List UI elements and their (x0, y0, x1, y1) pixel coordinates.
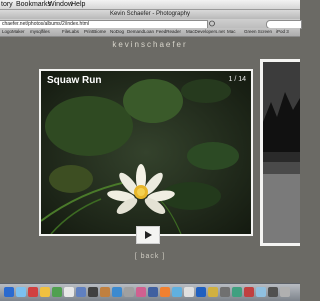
dock (0, 283, 300, 301)
menu-history[interactable]: tory (1, 0, 13, 9)
dock-app-icon[interactable] (148, 287, 158, 297)
menu-bar: tory Bookmarks Window Help (0, 0, 300, 10)
dock-app-icon[interactable] (256, 287, 266, 297)
slide-title: Squaw Run (47, 75, 102, 86)
page-content: kevinschaefer Squaw Run 1 / 14 [back] (0, 37, 300, 283)
menu-bookmarks[interactable]: Bookmarks (16, 0, 51, 9)
bookmark-item[interactable]: LogoMaker (2, 28, 25, 36)
bookmark-item[interactable]: iPod 3 (276, 28, 289, 36)
bookmark-item[interactable]: FileLabs (62, 28, 79, 36)
dock-app-icon[interactable] (268, 287, 278, 297)
bookmark-item[interactable]: mysqlfiles (30, 28, 50, 36)
dock-app-icon[interactable] (208, 287, 218, 297)
dock-app-icon[interactable] (4, 287, 14, 297)
dock-app-icon[interactable] (220, 287, 230, 297)
bookmark-item[interactable]: FeedReader (156, 28, 181, 36)
dock-app-icon[interactable] (40, 287, 50, 297)
bookmark-item[interactable]: MacDevelopers.net (186, 28, 225, 36)
menu-help[interactable]: Help (71, 0, 85, 9)
dock-app-icon[interactable] (232, 287, 242, 297)
dock-app-icon[interactable] (100, 287, 110, 297)
dock-app-icon[interactable] (196, 287, 206, 297)
dock-app-icon[interactable] (28, 287, 38, 297)
dock-app-icon[interactable] (244, 287, 254, 297)
menu-window[interactable]: Window (48, 0, 73, 9)
next-photo[interactable] (263, 62, 300, 243)
dock-app-icon[interactable] (112, 287, 122, 297)
refresh-icon[interactable] (208, 20, 216, 27)
dock-app-icon[interactable] (52, 287, 62, 297)
bookmark-item[interactable]: DemandLoan (127, 28, 154, 36)
water-lily-image (41, 71, 251, 234)
back-link[interactable]: [ back ] (0, 253, 300, 260)
play-button[interactable] (136, 226, 160, 244)
trash-icon[interactable] (280, 287, 290, 297)
bookmarks-bar: LogoMaker mysqlfiles FileLabs PrintBiome… (0, 28, 300, 37)
dock-app-icon[interactable] (88, 287, 98, 297)
bookmark-item[interactable]: PrintBiome (84, 28, 106, 36)
slide-counter: 1 / 14 (228, 76, 246, 83)
bookmark-item[interactable]: Green Screen (244, 28, 272, 36)
dock-app-icon[interactable] (136, 287, 146, 297)
site-name: kevinschaefer (112, 40, 188, 49)
bookmark-item[interactable]: Mac (227, 28, 236, 36)
dock-app-icon[interactable] (16, 287, 26, 297)
window-title: Kevin Schaefer - Photography (0, 10, 300, 19)
bookmark-item[interactable]: NoDog (110, 28, 124, 36)
dock-app-icon[interactable] (172, 287, 182, 297)
dock-app-icon[interactable] (76, 287, 86, 297)
address-bar: chaefer.net/photos/albums/2/index.html (0, 19, 302, 29)
next-photo-image (263, 62, 300, 243)
dock-app-icon[interactable] (184, 287, 194, 297)
dock-app-icon[interactable] (160, 287, 170, 297)
dock-app-icon[interactable] (124, 287, 134, 297)
play-icon (145, 231, 152, 239)
slide-photo[interactable]: Squaw Run 1 / 14 (41, 71, 251, 234)
dock-app-icon[interactable] (64, 287, 74, 297)
